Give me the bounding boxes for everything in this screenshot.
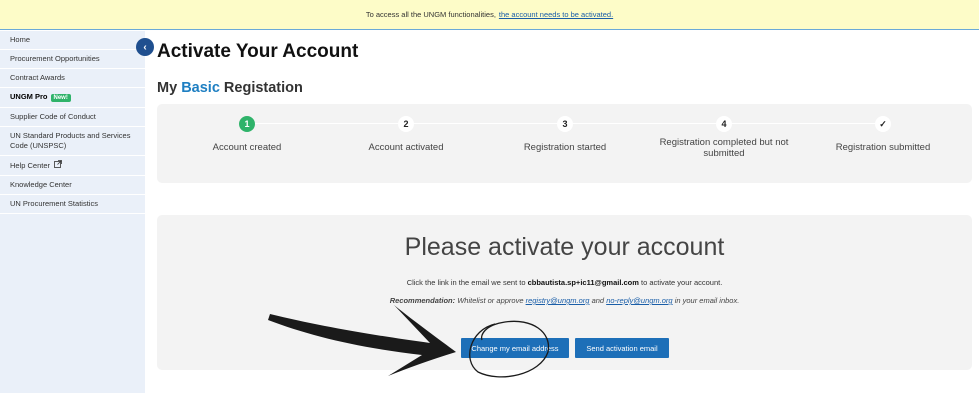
registration-subtitle: My Basic Registation	[157, 80, 303, 96]
step-label: Account created	[212, 142, 282, 153]
user-email: cbbautista.sp+ic11@gmail.com	[527, 278, 639, 287]
activation-heading: Please activate your account	[404, 233, 725, 261]
sidebar-item-help-center[interactable]: Help Center	[0, 156, 145, 176]
step-registration-completed: 4 Registration completed but not submitt…	[644, 116, 804, 159]
external-link-icon	[54, 160, 62, 171]
activation-banner: To access all the UNGM functionalities, …	[0, 0, 979, 30]
subtitle-accent: Basic	[181, 80, 220, 96]
no-reply-email-link[interactable]: no-reply@ungm.org	[606, 296, 672, 305]
page-title: Activate Your Account	[157, 41, 359, 62]
new-badge: New!	[50, 94, 71, 102]
message-text: Click the link in the email we sent to	[406, 278, 526, 287]
sidebar-item-contract-awards[interactable]: Contract Awards	[0, 69, 145, 88]
banner-activation-link[interactable]: the account needs to be activated.	[499, 10, 613, 19]
sidebar-item-label: UNGM Pro	[10, 92, 48, 101]
step-registration-submitted: ✓ Registration submitted	[803, 116, 963, 153]
recommendation: Recommendation: Whitelist or approve reg…	[157, 296, 972, 305]
step-account-created: 1 Account created	[167, 116, 327, 153]
sidebar-item-ungm-pro[interactable]: UNGM Pro New!	[0, 88, 145, 108]
recommendation-label: Recommendation:	[389, 296, 456, 305]
step-number: 3	[557, 116, 573, 132]
step-registration-started: 3 Registration started	[485, 116, 645, 153]
send-activation-email-button[interactable]: Send activation email	[575, 338, 669, 358]
sidebar-item-label: Help Center	[10, 161, 51, 170]
step-account-activated: 2 Account activated	[326, 116, 486, 153]
sidebar-item-home[interactable]: Home	[0, 31, 145, 50]
activation-card: Please activate your account Click the l…	[157, 215, 972, 370]
step-label: Registration started	[523, 142, 607, 153]
message-text: to activate your account.	[641, 278, 723, 287]
registry-email-link[interactable]: registry@ungm.org	[526, 296, 590, 305]
recommendation-text: and	[591, 296, 605, 305]
activation-message: Click the link in the email we sent to c…	[157, 278, 972, 287]
change-email-button[interactable]: Change my email address	[461, 338, 569, 358]
subtitle-suffix: Registation	[223, 80, 303, 96]
step-label: Registration completed but not submitted	[659, 137, 789, 159]
recommendation-text: in your email inbox.	[674, 296, 740, 305]
recommendation-text: Whitelist or approve	[457, 296, 524, 305]
sidebar-item-procurement-statistics[interactable]: UN Procurement Statistics	[0, 195, 145, 214]
step-label: Registration submitted	[835, 142, 931, 153]
subtitle-prefix: My	[157, 80, 178, 96]
registration-stepper: 1 Account created 2 Account activated 3 …	[157, 104, 972, 183]
sidebar-item-knowledge-center[interactable]: Knowledge Center	[0, 176, 145, 195]
step-number: 4	[716, 116, 732, 132]
chevron-left-icon[interactable]: ‹	[136, 38, 154, 56]
checkmark-icon: ✓	[875, 116, 891, 132]
step-number: 2	[398, 116, 414, 132]
step-label: Account activated	[368, 142, 444, 153]
step-number: 1	[239, 116, 255, 132]
sidebar-item-supplier-code[interactable]: Supplier Code of Conduct	[0, 108, 145, 127]
sidebar-item-procurement-opportunities[interactable]: Procurement Opportunities	[0, 50, 145, 69]
sidebar-item-unspsc[interactable]: UN Standard Products and Services Code (…	[0, 127, 145, 156]
sidebar: Home Procurement Opportunities Contract …	[0, 31, 145, 393]
banner-text: To access all the UNGM functionalities,	[365, 10, 496, 19]
